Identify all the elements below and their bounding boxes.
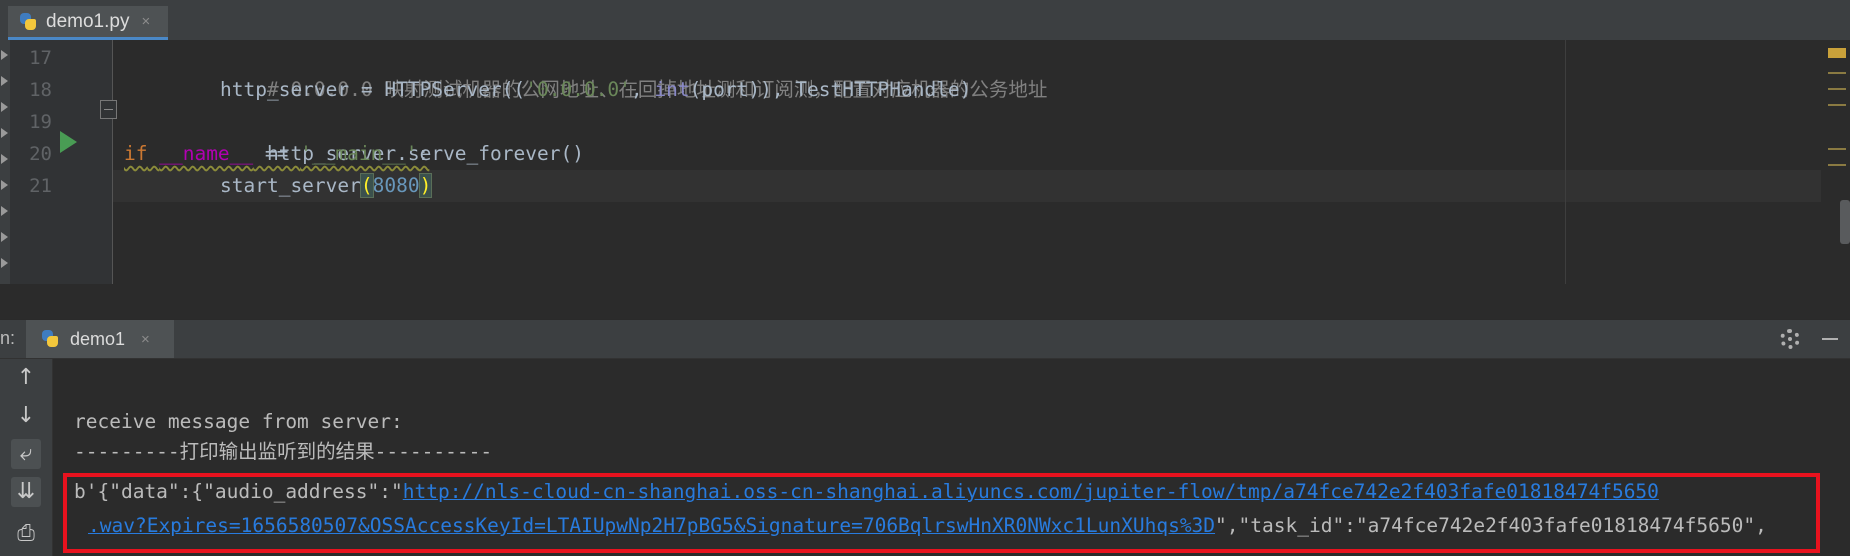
minimize-icon[interactable] (1822, 338, 1838, 340)
run-tool-window-header: n: demo1 × (0, 319, 1850, 359)
highlight-annotation-box (63, 473, 1820, 553)
error-stripe-mark[interactable] (1828, 104, 1846, 106)
code-line-21: start_server(8080) (220, 170, 433, 202)
console-output-line: receive message from server: (74, 410, 403, 433)
code-line-17: # 0.0.0.0 映射测试机器的公网地址、在回掉地址测和订阅测，配置对应机器的… (220, 42, 1047, 101)
line-number-gutter[interactable]: 17 18 19 20 21 (10, 40, 113, 284)
editor-scrollbar[interactable] (1822, 40, 1850, 284)
chevron-right-icon (1, 180, 8, 190)
scroll-to-end-icon[interactable]: ⇊ (11, 477, 41, 507)
python-run-icon (40, 329, 60, 349)
matched-brace: ( (359, 173, 374, 198)
run-tab-demo1[interactable]: demo1 × (26, 320, 174, 358)
code-string: '0.0.0.0' (525, 78, 631, 101)
code-text: (port)), TestHTTPHandle) (689, 78, 972, 101)
run-tab-label: demo1 (70, 328, 126, 349)
line-number: 18 (29, 79, 52, 101)
close-icon[interactable]: × (141, 331, 150, 348)
code-line-19: http_server.serve_forever() (220, 106, 584, 165)
code-text: http_server = HTTPServer(( (220, 78, 526, 101)
error-stripe-mark[interactable] (1828, 88, 1846, 90)
print-icon[interactable]: ⎙ (11, 519, 41, 549)
chevron-right-icon (1, 76, 8, 86)
line-number: 19 (29, 111, 52, 133)
error-stripe-mark[interactable] (1828, 164, 1846, 166)
code-dunder: __name__ (159, 142, 254, 165)
code-text: start_server (220, 174, 361, 197)
editor-tab-bar: demo1.py × (0, 0, 1850, 41)
matched-brace: ) (418, 173, 433, 198)
code-text: , (630, 78, 655, 101)
line-number: 20 (29, 143, 52, 165)
code-string: '__main__' (300, 142, 418, 165)
line-number: 21 (29, 175, 52, 197)
python-file-icon (18, 12, 38, 32)
chevron-right-icon (1, 206, 8, 216)
fold-icon[interactable] (100, 100, 117, 119)
run-window-title: n: (0, 328, 16, 348)
chevron-right-icon (1, 102, 8, 112)
tab-label: demo1.py (46, 10, 130, 32)
gear-icon[interactable] (1780, 329, 1800, 349)
soft-wrap-icon[interactable]: ⤶ (11, 439, 41, 469)
up-arrow-icon[interactable]: ↑ (11, 363, 41, 393)
code-text: : (417, 142, 430, 165)
console-toolbar: ↑ ↓ ⤶ ⇊ ⎙ (0, 359, 53, 556)
console-scrollbar[interactable] (1840, 359, 1850, 556)
right-margin-guide (1565, 40, 1566, 284)
code-line-18: http_server = HTTPServer(('0.0.0.0', int… (220, 74, 971, 106)
code-builtin: int (654, 78, 690, 101)
code-number: 8080 (372, 174, 420, 197)
error-stripe-mark[interactable] (1828, 72, 1846, 74)
code-line-20: if __name__ == '__main__': (124, 138, 429, 170)
run-console[interactable]: ↑ ↓ ⤶ ⇊ ⎙ receive message from server: -… (0, 359, 1850, 556)
chevron-right-icon (1, 128, 8, 138)
down-arrow-icon[interactable]: ↓ (11, 401, 41, 431)
chevron-right-icon (1, 258, 8, 268)
chevron-right-icon (1, 154, 8, 164)
chevron-right-icon (1, 232, 8, 242)
chevron-right-icon (1, 50, 8, 60)
close-icon[interactable]: × (141, 13, 150, 30)
warning-marker[interactable] (1828, 48, 1846, 58)
error-stripe-mark[interactable] (1828, 148, 1846, 150)
code-operator: == (253, 142, 301, 165)
code-keyword: if (124, 142, 148, 165)
line-number: 17 (29, 47, 52, 69)
code-editor[interactable]: 17 18 19 20 21 # 0.0.0.0 映射测试机器的公网地址、在回掉… (0, 40, 1850, 284)
scrollbar-thumb[interactable] (1840, 200, 1850, 244)
tab-demo1-py[interactable]: demo1.py × (8, 6, 168, 40)
run-gutter-icon[interactable] (60, 131, 77, 153)
console-output-line: ---------打印输出监听到的结果---------- (74, 440, 493, 463)
structure-strip (0, 40, 10, 284)
